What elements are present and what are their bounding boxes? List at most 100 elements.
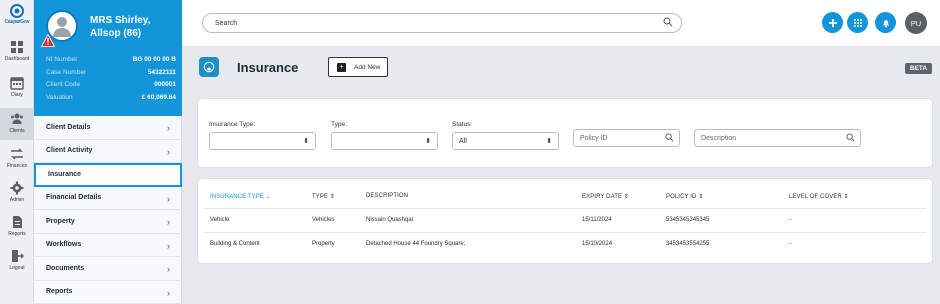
cell-description: Detached House 44 Foundry Square; [366,241,466,247]
user-avatar[interactable]: PU [905,12,927,34]
table-row[interactable]: Building & Content Property Detached Hou… [204,232,926,256]
rail-label: Dashboard [4,56,30,62]
field-value: 000001 [154,81,176,88]
column-header-level-of-cover[interactable]: LEVEL OF COVER ⇕ [789,193,849,200]
policy-id-input[interactable]: Policy ID [573,129,680,147]
menu-item-label: Reports [46,288,73,296]
sort-icon: ⇕ [623,194,630,200]
rail-item-admin[interactable]: Admin [0,181,34,203]
logo-icon [10,4,24,18]
sort-icon: ⇕ [843,194,849,200]
search-icon[interactable] [663,17,673,27]
rail-label: Logout [9,265,25,271]
client-summary-panel: MRS Shirley, Allsop (86) NI Number BG 00… [34,0,182,116]
client-field: Client Code 000001 [46,81,176,88]
menu-item-client-details[interactable]: Client Details › [34,116,182,140]
rail-label: Diary [11,92,23,98]
menu-item-label: Insurance [48,171,82,179]
menu-item-label: Property [46,217,75,225]
calendar-icon [10,77,24,90]
menu-item-label: Client Activity [46,147,93,155]
input-placeholder: Description [701,135,737,142]
sort-arrows-icon: ⬍ [303,138,309,145]
field-value: 54322111 [147,69,176,76]
rail-label: Admin [9,197,25,203]
menu-item-insurance[interactable]: Insurance [34,163,182,187]
header-label: EXPIRY DATE [582,194,623,200]
apps-button[interactable] [847,12,868,33]
header-label: POLICY ID [666,194,697,200]
top-bar: Search PU [182,0,940,47]
field-key: Client Code [46,81,80,88]
sort-arrows-icon: ⬍ [425,138,431,145]
column-header-policy-id[interactable]: POLICY ID ⇕ [666,193,703,200]
rail-item-dashboard[interactable]: Dashboard [0,40,34,62]
add-button[interactable] [822,12,843,33]
search-input[interactable]: Search [202,13,682,33]
client-field: NI Number BG 00 00 00 B [46,56,176,63]
app-logo[interactable]: CasparGov [0,4,34,25]
apps-grid-icon [853,18,862,27]
column-header-type[interactable]: TYPE ⇕ [312,193,335,200]
left-rail: CasparGov Dashboard Diary Clients Financ… [0,0,34,304]
report-icon [13,216,22,228]
menu-item-label: Documents [46,264,85,272]
client-menu: Client Details › Client Activity › Insuran… [34,116,182,304]
menu-item-property[interactable]: Property › [34,210,182,234]
chevron-right-icon: › [167,264,170,274]
rail-item-logout[interactable]: Logout [0,249,34,271]
field-value: BG 00 00 00 B [132,56,176,63]
menu-item-label: Client Details [46,123,91,131]
chevron-right-icon: › [167,193,170,204]
gear-icon [10,181,24,195]
search-icon [846,133,855,142]
client-field: Valuation £ 60,069.84 [46,94,176,101]
cell-type: Property [312,241,335,247]
filters-card: Insurance Type: ⬍ Type: ⬍ Status: All ⬍ P… [198,99,932,167]
plus-icon [828,18,837,27]
rail-item-finances[interactable]: Finances [0,147,34,169]
header-label: LEVEL OF COVER [789,194,842,200]
select-value: All [459,138,467,145]
menu-item-workflows[interactable]: Workflows › [34,234,182,257]
cell-policy-id: 3453453554255 [666,241,710,247]
add-new-label: Add New [354,63,381,71]
menu-item-client-activity[interactable]: Client Activity › [34,140,182,163]
cell-expiry-date: 15/10/2024 [582,241,613,247]
status-select[interactable]: All ⬍ [452,132,559,150]
column-header-expiry-date[interactable]: EXPIRY DATE ⇕ [582,193,629,200]
page-title: Insurance [237,60,299,75]
chevron-right-icon: › [167,217,170,227]
table-row[interactable]: Vehicle Vehicles Nissain Quashqai 15/11/… [204,208,926,232]
input-placeholder: Policy ID [580,135,608,142]
header-label: TYPE [312,194,329,200]
column-header-description: DESCRIPTION [366,193,408,199]
rail-label: Clients [9,128,25,134]
rail-item-clients[interactable]: Clients [0,108,34,140]
rail-item-diary[interactable]: Diary [0,76,34,98]
cell-description: Nissain Quashqai [366,217,414,223]
cell-insurance-type: Vehicle [210,217,230,223]
field-key: Valuation [46,94,73,101]
type-label: Type: [331,121,347,128]
menu-item-documents[interactable]: Documents › [34,257,182,281]
bell-icon [882,19,889,27]
warning-icon [41,34,55,47]
users-icon [11,113,23,124]
menu-item-financial-details[interactable]: Financial Details › [34,187,182,210]
menu-item-reports[interactable]: Reports › [34,281,182,304]
insurance-type-select[interactable]: ⬍ [209,132,316,150]
notifications-button[interactable] [875,12,896,33]
umbrella-shield-icon [203,61,215,73]
description-input[interactable]: Description [694,129,861,147]
type-select[interactable]: ⬍ [331,132,438,150]
rail-label: Reports [8,231,26,237]
rail-item-reports[interactable]: Reports [0,215,34,237]
transfer-icon [11,148,23,160]
cell-level-of-cover: - [789,217,791,223]
search-icon [665,133,674,142]
column-header-insurance-type[interactable]: INSURANCE TYPE ⌄ [210,193,271,200]
add-new-button[interactable]: + Add New [328,57,388,77]
header-label: INSURANCE TYPE [210,194,264,200]
menu-item-label: Financial Details [46,194,102,202]
